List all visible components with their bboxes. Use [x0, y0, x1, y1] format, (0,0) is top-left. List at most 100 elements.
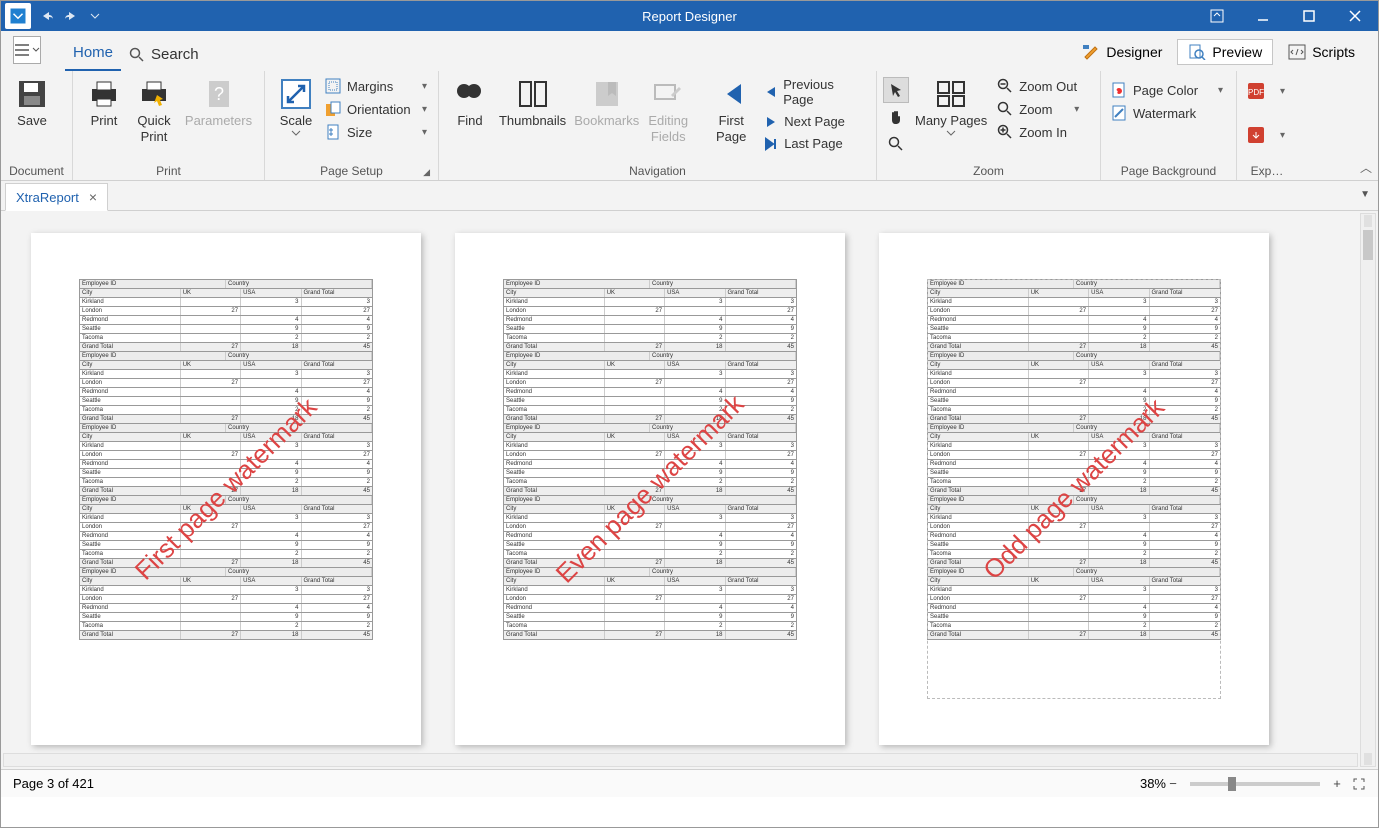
menubar: Home Search Designer Preview Scripts: [1, 31, 1378, 71]
report-table: Employee IDCountryCityUKUSAGrand TotalKi…: [79, 279, 373, 640]
export-pdf2-button[interactable]: ▾: [1243, 123, 1289, 147]
report-table: Employee IDCountryCityUKUSAGrand TotalKi…: [503, 279, 797, 640]
pdf-icon: [1247, 126, 1265, 144]
zoom-out-button[interactable]: Zoom Out: [993, 75, 1083, 97]
zoom-percent: 38%: [1140, 776, 1166, 791]
thumbnails-button[interactable]: Thumbnails: [495, 73, 570, 133]
last-icon: [764, 137, 778, 151]
size-button[interactable]: Size▾: [321, 121, 431, 143]
orientation-button[interactable]: Orientation▾: [321, 98, 431, 120]
group-label-pagesetup: Page Setup◢: [271, 162, 432, 180]
many-pages-icon: [934, 77, 968, 111]
file-menu-button[interactable]: [13, 36, 41, 64]
next-page-button[interactable]: Next Page: [760, 112, 866, 131]
window-title: Report Designer: [642, 9, 737, 24]
find-button[interactable]: Find: [445, 73, 495, 133]
group-label-export: Exp…: [1243, 162, 1291, 180]
redo-button[interactable]: [59, 1, 83, 31]
editing-icon: [651, 77, 685, 111]
save-icon: [15, 77, 49, 111]
zoom-button[interactable]: Zoom▾: [993, 98, 1083, 120]
maximize-button[interactable]: [1286, 1, 1332, 31]
document-tab[interactable]: XtraReport ×: [5, 183, 108, 211]
preview-canvas[interactable]: First page watermark Employee IDCountryC…: [1, 211, 1378, 769]
margins-button[interactable]: Margins▾: [321, 75, 431, 97]
margins-icon: [325, 78, 341, 94]
view-designer-button[interactable]: Designer: [1071, 39, 1173, 65]
group-label-document: Document: [7, 162, 66, 180]
report-table: Employee IDCountryCityUKUSAGrand TotalKi…: [927, 279, 1221, 640]
page-preview-3: Odd page watermark Employee IDCountryCit…: [879, 233, 1269, 745]
magnifier-tool[interactable]: [883, 131, 909, 157]
view-preview-button[interactable]: Preview: [1177, 39, 1273, 65]
page-color-icon: [1111, 82, 1127, 98]
qat-dropdown[interactable]: [83, 1, 107, 31]
zoom-out-icon: [997, 78, 1013, 94]
watermark-icon: [1111, 105, 1127, 121]
print-button[interactable]: Print: [79, 73, 129, 133]
scale-icon: [279, 77, 313, 111]
zoom-icon: [997, 101, 1013, 117]
pdf-icon: PDF: [1247, 82, 1265, 100]
pagesetup-launcher[interactable]: ◢: [423, 167, 430, 178]
tab-home[interactable]: Home: [65, 40, 121, 71]
view-scripts-button[interactable]: Scripts: [1277, 39, 1366, 65]
zoom-decrease-button[interactable]: −: [1166, 777, 1180, 791]
tab-search[interactable]: Search: [121, 42, 207, 71]
orientation-icon: [325, 101, 341, 117]
app-icon: [5, 3, 31, 29]
designer-icon: [1082, 44, 1100, 60]
document-tabstrip: XtraReport × ▼: [1, 181, 1378, 211]
preview-icon: [1188, 44, 1206, 60]
parameters-button[interactable]: ? Parameters: [179, 73, 258, 133]
ribbon: Save Document Print Quick Print ? Parame…: [1, 71, 1378, 181]
watermark-button[interactable]: Watermark: [1107, 102, 1227, 124]
page-color-button[interactable]: Page Color▾: [1107, 79, 1227, 101]
close-button[interactable]: [1332, 1, 1378, 31]
save-button[interactable]: Save: [7, 73, 57, 133]
size-icon: [325, 124, 341, 140]
statusbar: Page 3 of 421 38% − +: [1, 769, 1378, 797]
group-label-navigation: Navigation: [445, 162, 870, 180]
editing-fields-button[interactable]: Editing Fields: [643, 73, 693, 148]
horizontal-scrollbar[interactable]: [3, 753, 1358, 767]
quick-print-icon: [137, 77, 171, 111]
scripts-icon: [1288, 44, 1306, 60]
quick-print-button[interactable]: Quick Print: [129, 73, 179, 148]
close-tab-button[interactable]: ×: [89, 189, 97, 205]
pointer-tool[interactable]: [883, 77, 909, 103]
titlebar: Report Designer: [1, 1, 1378, 31]
hand-tool[interactable]: [883, 104, 909, 130]
find-icon: [453, 77, 487, 111]
ribbon-display-button[interactable]: [1194, 1, 1240, 31]
first-page-button[interactable]: First Page: [706, 73, 756, 148]
zoom-in-icon: [997, 124, 1013, 140]
export-pdf-button[interactable]: PDF▾: [1243, 79, 1289, 103]
vertical-scrollbar[interactable]: [1360, 213, 1376, 767]
parameters-icon: ?: [202, 77, 236, 111]
page-preview-1: First page watermark Employee IDCountryC…: [31, 233, 421, 745]
minimize-button[interactable]: [1240, 1, 1286, 31]
many-pages-button[interactable]: Many Pages: [909, 73, 993, 141]
first-page-icon: [714, 77, 748, 111]
page-preview-2: Even page watermark Employee IDCountryCi…: [455, 233, 845, 745]
print-icon: [87, 77, 121, 111]
zoom-increase-button[interactable]: +: [1330, 777, 1344, 791]
previous-page-button[interactable]: Previous Page: [760, 75, 866, 109]
zoom-in-button[interactable]: Zoom In: [993, 121, 1083, 143]
prev-icon: [764, 85, 777, 99]
bookmarks-button[interactable]: Bookmarks: [570, 73, 643, 133]
undo-button[interactable]: [35, 1, 59, 31]
last-page-button[interactable]: Last Page: [760, 134, 866, 153]
thumbnails-icon: [516, 77, 550, 111]
next-icon: [764, 115, 778, 129]
tab-menu-button[interactable]: ▼: [1360, 189, 1370, 200]
svg-text:?: ?: [213, 84, 223, 104]
search-icon: [129, 47, 145, 63]
collapse-ribbon-button[interactable]: ︿: [1360, 159, 1372, 176]
zoom-slider[interactable]: [1190, 782, 1320, 786]
scale-button[interactable]: Scale: [271, 73, 321, 141]
group-label-print: Print: [79, 162, 258, 180]
svg-text:PDF: PDF: [1248, 88, 1264, 97]
zoom-fit-button[interactable]: [1352, 777, 1366, 791]
